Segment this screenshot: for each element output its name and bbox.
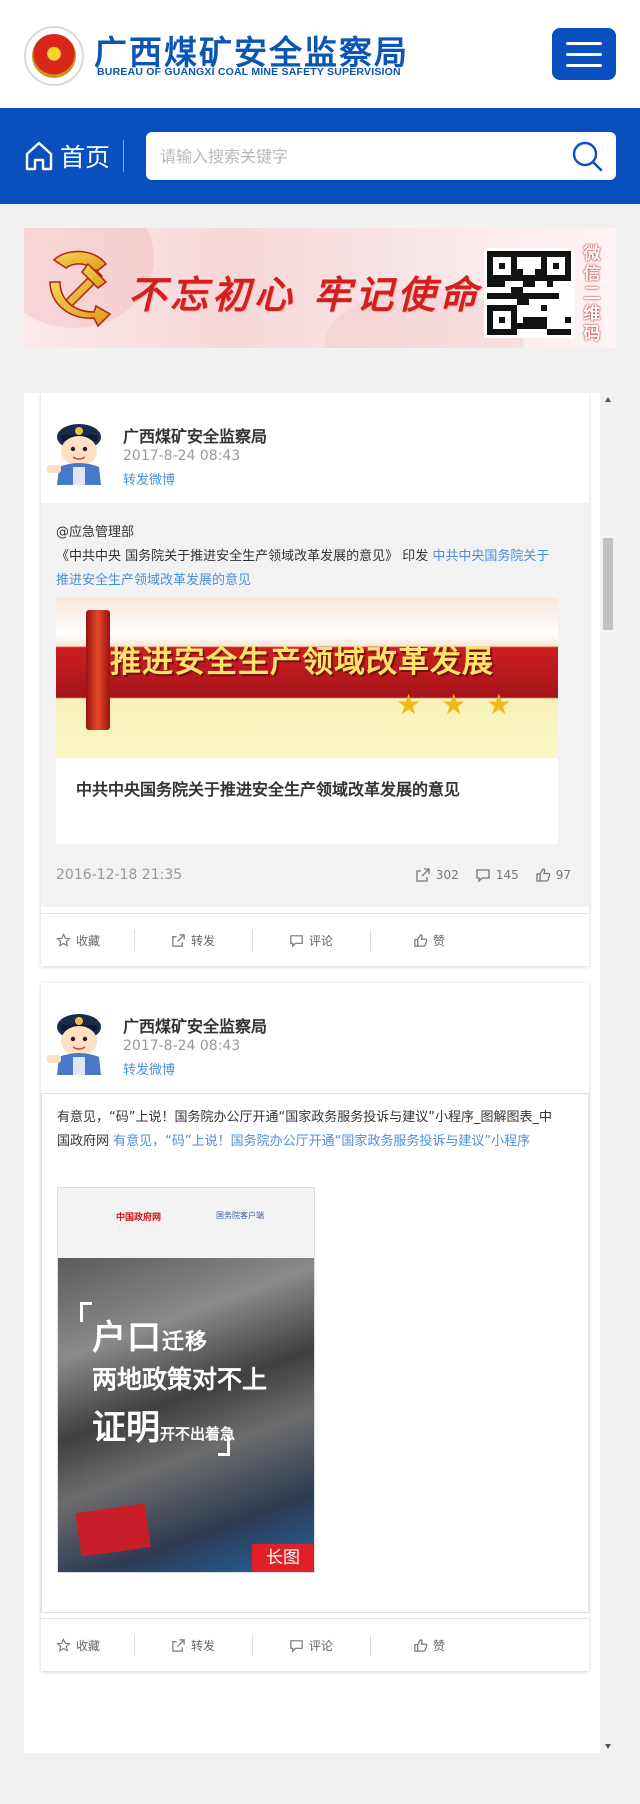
star-icon xyxy=(56,1637,71,1652)
long-image[interactable]: 中国政府网 国务院客户端 户口迁移 两地政策对不上 证明开不出着急 长图 xyxy=(57,1187,315,1573)
weibo-feed: 广西煤矿安全监察局 2017-8-24 08:43 转发微博 @应急管理部 《中… xyxy=(24,393,616,1753)
article-card-title: 中共中央国务院关于推进安全生产领域改革发展的意见 xyxy=(76,780,461,799)
repost-text: 《中共中央 国务院关于推进安全生产领域改革发展的意见》 印发 中共中央国务院关于… xyxy=(56,549,550,588)
article-link[interactable]: 有意见，“码”上说！国务院办公厅开通“国家政务服务投诉与建议”小程序 xyxy=(113,1134,530,1149)
share-icon xyxy=(416,868,430,882)
scroll-up-arrow-icon[interactable] xyxy=(605,397,611,402)
police-mascot-avatar xyxy=(47,1014,101,1075)
feed-scrollbar[interactable] xyxy=(600,393,616,1753)
home-icon xyxy=(25,141,53,171)
thumbs-up-icon xyxy=(536,868,550,882)
repost-count[interactable]: 302 xyxy=(415,867,459,883)
star-decoration-icon: ★★★ xyxy=(396,688,532,721)
original-post-date: 2016-12-18 21:35 xyxy=(56,867,183,883)
like-button[interactable]: 赞 xyxy=(370,914,488,967)
post-time: 2017-8-24 08:43 xyxy=(123,1038,241,1054)
comment-icon xyxy=(290,1639,303,1653)
national-emblem-logo: ★ xyxy=(24,26,84,86)
site-header: ★ 广西煤矿安全监察局 BUREAU OF GUANGXI COAL MINE … xyxy=(0,0,640,108)
gov-site-logo: 中国政府网 xyxy=(116,1213,162,1223)
comment-button[interactable]: 评论 xyxy=(252,914,370,967)
comment-icon xyxy=(290,934,303,948)
share-icon xyxy=(172,933,185,947)
scrollbar-thumb[interactable] xyxy=(603,538,613,630)
like-count[interactable]: 97 xyxy=(535,867,571,883)
post-action-bar: 收藏 转发 评论 赞 xyxy=(41,1618,589,1671)
police-mascot-avatar xyxy=(47,424,101,485)
image-text-line3: 证明开不出着急 xyxy=(92,1408,236,1448)
image-text-line2: 两地政策对不上 xyxy=(92,1365,268,1394)
nav-bar: 首页 xyxy=(0,108,640,204)
repost-body: 有意见，“码”上说！国务院办公厅开通“国家政务服务投诉与建议”小程序_图解图表_… xyxy=(41,1093,589,1613)
share-icon xyxy=(172,1638,185,1652)
favorite-button[interactable]: 收藏 xyxy=(41,914,134,967)
comment-icon xyxy=(476,869,490,883)
party-emblem-icon xyxy=(49,250,112,328)
thumbs-up-icon xyxy=(414,1638,428,1652)
scroll-down-arrow-icon[interactable] xyxy=(605,1744,611,1749)
article-card[interactable]: 推进安全生产领域改革发展 ★★★ 中共中央国务院关于推进安全生产领域改革发展的意… xyxy=(56,598,558,844)
search-box xyxy=(146,132,616,180)
post-time: 2017-8-24 08:43 xyxy=(123,448,241,464)
home-link[interactable]: 首页 xyxy=(24,138,110,174)
search-input[interactable] xyxy=(160,132,550,180)
hamburger-menu-icon[interactable] xyxy=(552,28,616,80)
state-council-app-logo: 国务院客户端 xyxy=(216,1211,264,1220)
feed-post: 广西煤矿安全监察局 2017-8-24 08:43 转发微博 有意见，“码”上说… xyxy=(41,983,589,1671)
repost-body: @应急管理部 《中共中央 国务院关于推进安全生产领域改革发展的意见》 印发 中共… xyxy=(41,503,589,907)
favorite-button[interactable]: 收藏 xyxy=(41,1619,134,1672)
thumbs-up-icon xyxy=(414,933,428,947)
search-icon[interactable] xyxy=(570,140,604,172)
wechat-qr-code xyxy=(484,248,574,338)
post-author[interactable]: 广西煤矿安全监察局 xyxy=(123,1013,267,1037)
banner-slogan: 不忘初心 牢记使命 xyxy=(128,272,482,317)
post-action-bar: 收藏 转发 评论 赞 xyxy=(41,913,589,966)
image-text-line1: 户口迁移 xyxy=(92,1318,209,1358)
repost-text: 有意见，“码”上说！国务院办公厅开通“国家政务服务投诉与建议”小程序_图解图表_… xyxy=(57,1110,552,1149)
nav-divider xyxy=(123,140,124,172)
post-stats: 302 145 97 xyxy=(399,867,571,883)
article-card-image: 推进安全生产领域改革发展 ★★★ xyxy=(56,598,558,758)
feed-post: 广西煤矿安全监察局 2017-8-24 08:43 转发微博 @应急管理部 《中… xyxy=(41,393,589,966)
qr-code-label: 微 信 二 维 码 xyxy=(583,244,601,344)
slogan-banner[interactable]: 不忘初心 牢记使命 微 信 二 维 码 xyxy=(24,228,616,348)
long-image-badge: 长图 xyxy=(252,1544,314,1572)
card-image-headline: 推进安全生产领域改革发展 xyxy=(110,644,494,680)
post-author[interactable]: 广西煤矿安全监察局 xyxy=(123,423,267,447)
comment-count[interactable]: 145 xyxy=(475,867,519,883)
home-label: 首页 xyxy=(60,143,111,172)
repost-button[interactable]: 转发 xyxy=(134,914,252,967)
comment-button[interactable]: 评论 xyxy=(252,1619,370,1672)
site-subtitle-en: BUREAU OF GUANGXI COAL MINE SAFETY SUPER… xyxy=(97,66,401,78)
star-icon xyxy=(56,932,71,947)
mention-text[interactable]: @应急管理部 xyxy=(56,521,134,540)
repost-button[interactable]: 转发 xyxy=(134,1619,252,1672)
post-type-link[interactable]: 转发微博 xyxy=(123,469,175,488)
like-button[interactable]: 赞 xyxy=(370,1619,488,1672)
post-type-link[interactable]: 转发微博 xyxy=(123,1059,175,1078)
